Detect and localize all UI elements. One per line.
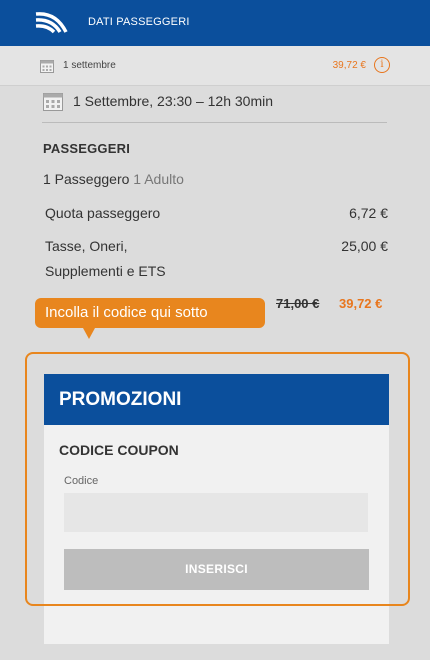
hint-tooltip: Incolla il codice qui sotto [35,298,265,328]
quota-value: 6,72 € [349,205,388,221]
passenger-count: 1 Passeggero 1 Adulto [43,171,184,187]
top-bar: DATI PASSEGGERI [0,0,430,46]
old-total-price: 71,00 € [276,296,320,311]
tooltip-arrow [83,328,95,339]
calendar-icon [43,93,63,111]
passenger-type-label: 1 Adulto [133,171,184,187]
divider [42,122,387,123]
summary-date: 1 settembre [63,60,116,71]
tax-label-line-1: Tasse, Oneri, [45,238,128,254]
info-icon[interactable]: i [374,57,390,73]
page-title: DATI PASSEGGERI [88,16,190,28]
tax-value: 25,00 € [341,238,388,254]
quota-label: Quota passeggero [45,205,161,221]
tax-label-line-2: Supplementi e ETS [45,263,166,279]
calendar-icon [40,60,54,73]
brand-logo-icon[interactable] [34,10,70,36]
new-total-price: 39,72 € [339,296,383,311]
trip-summary-bar[interactable]: 1 settembre 39,72 € i [0,46,430,86]
trip-datetime: 1 Settembre, 23:30 – 12h 30min [73,93,274,109]
summary-price: 39,72 € [332,60,366,71]
passenger-count-label: 1 Passeggero [43,171,130,187]
passengers-heading: PASSEGGERI [43,141,131,156]
highlight-frame [25,352,410,606]
